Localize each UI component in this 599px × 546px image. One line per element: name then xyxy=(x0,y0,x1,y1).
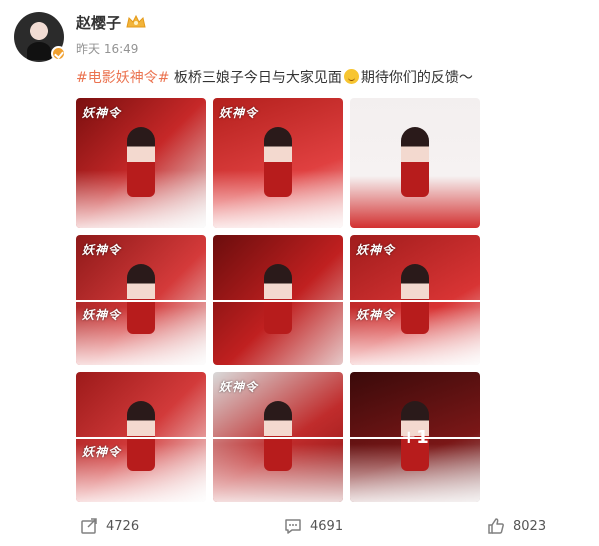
photo-5[interactable] xyxy=(213,235,343,365)
comment-button[interactable]: 4691 xyxy=(284,516,343,536)
post-timestamp[interactable]: 昨天 16:49 xyxy=(76,40,138,57)
share-icon xyxy=(81,518,97,534)
photo-3[interactable] xyxy=(350,98,480,228)
photo-4[interactable]: 妖神令 妖神令 xyxy=(76,235,206,365)
weibo-post-card: 赵樱子 昨天 16:49 #电影妖神令# 板桥三娘子今日与大家见面 期待你们的反馈… xyxy=(0,0,599,546)
movie-logo: 妖神令 xyxy=(82,106,122,120)
more-images-badge[interactable]: +1 xyxy=(350,372,480,502)
comment-icon xyxy=(285,519,301,534)
like-count: 8023 xyxy=(513,518,547,534)
movie-logo: 妖神令 xyxy=(356,308,396,322)
image-grid: 妖神令 妖神令 妖神令 妖神令 妖神令 妖神令 妖神令 妖神令 +1 xyxy=(76,98,480,502)
photo-2[interactable]: 妖神令 xyxy=(213,98,343,228)
action-bar: 4726 4691 8023 xyxy=(0,508,599,546)
post-text-tail: 期待你们的反馈～ xyxy=(360,70,473,86)
forward-count: 4726 xyxy=(106,518,140,534)
post-text-body: 板桥三娘子今日与大家见面 xyxy=(169,70,342,86)
comment-count: 4691 xyxy=(310,518,344,534)
thumbs-up-icon xyxy=(488,518,504,534)
like-button[interactable]: 8023 xyxy=(487,516,546,536)
movie-logo: 妖神令 xyxy=(219,380,259,394)
post-text: #电影妖神令# 板桥三娘子今日与大家见面 期待你们的反馈～ xyxy=(76,67,473,87)
movie-logo: 妖神令 xyxy=(82,445,122,459)
forward-button[interactable]: 4726 xyxy=(80,516,139,536)
movie-logo: 妖神令 xyxy=(82,308,122,322)
username[interactable]: 赵樱子 xyxy=(76,12,121,33)
photo-6[interactable]: 妖神令 妖神令 xyxy=(350,235,480,365)
photo-1[interactable]: 妖神令 xyxy=(76,98,206,228)
photo-7[interactable]: 妖神令 xyxy=(76,372,206,502)
movie-logo: 妖神令 xyxy=(219,106,259,120)
crown-vip-icon xyxy=(126,14,146,28)
movie-logo: 妖神令 xyxy=(356,243,396,257)
verified-badge-icon xyxy=(51,46,66,61)
smile-emoji-icon xyxy=(343,69,359,84)
movie-logo: 妖神令 xyxy=(82,243,122,257)
photo-8[interactable]: 妖神令 xyxy=(213,372,343,502)
hashtag-link[interactable]: #电影妖神令# xyxy=(76,70,169,86)
photo-9[interactable]: +1 xyxy=(350,372,480,502)
